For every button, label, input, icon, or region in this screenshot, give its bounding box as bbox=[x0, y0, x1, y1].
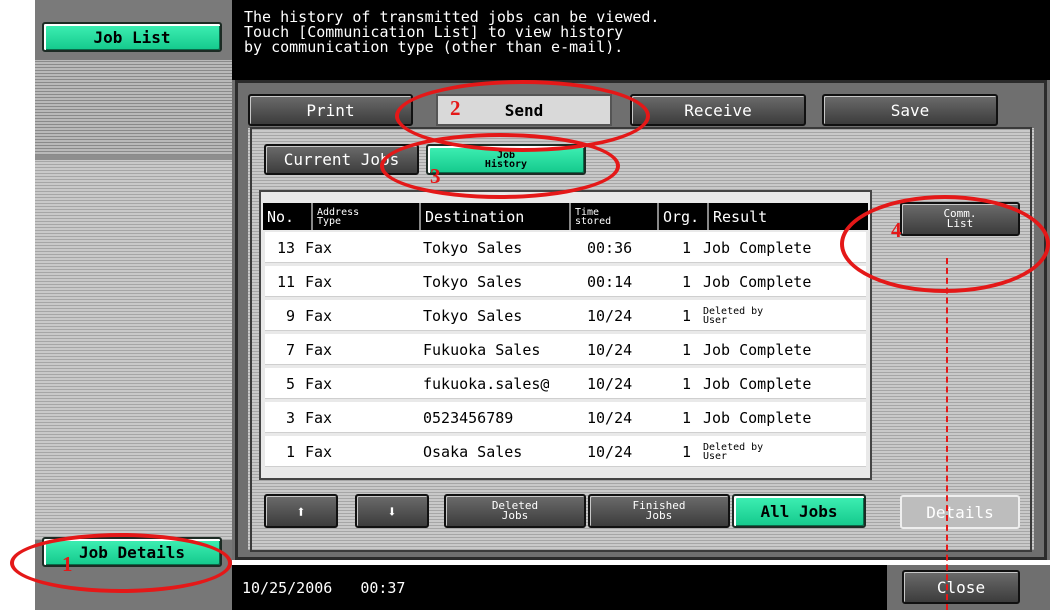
header-result: Result bbox=[707, 203, 868, 230]
row-no: 3 bbox=[285, 408, 295, 427]
all-jobs-button[interactable]: All Jobs bbox=[732, 494, 866, 528]
row-destination: Tokyo Sales bbox=[423, 306, 523, 325]
row-time: 00:36 bbox=[587, 238, 633, 257]
row-org: 1 bbox=[681, 238, 691, 257]
row-type: Fax bbox=[305, 442, 333, 461]
message-line-3: by communication type (other than e-mail… bbox=[244, 38, 624, 56]
row-result: Job Complete bbox=[703, 374, 812, 393]
row-result-deleted: Deleted by User bbox=[703, 436, 863, 467]
row-no: 5 bbox=[285, 374, 295, 393]
table-row[interactable]: 7 Fax Fukuoka Sales 10/24 1 Job Complete bbox=[265, 334, 866, 365]
row-no: 7 bbox=[285, 340, 295, 359]
row-result-line-2: User bbox=[703, 314, 728, 326]
row-org: 1 bbox=[681, 272, 691, 291]
job-list-button[interactable]: Job List bbox=[42, 22, 222, 52]
close-button[interactable]: Close bbox=[902, 570, 1020, 604]
status-bar: 10/25/2006 00:37 bbox=[232, 565, 887, 610]
annotation-number-3: 3 bbox=[430, 164, 441, 188]
row-org: 1 bbox=[681, 442, 691, 461]
row-time: 00:14 bbox=[587, 272, 633, 291]
table-row[interactable]: 9 Fax Tokyo Sales 10/24 1 Deleted by Use… bbox=[265, 300, 866, 331]
header-time-stored: Time stored bbox=[569, 203, 657, 230]
details-button[interactable]: Details bbox=[900, 495, 1020, 529]
annotation-dashed-line bbox=[946, 258, 948, 610]
row-type: Fax bbox=[305, 306, 333, 325]
deleted-jobs-button[interactable]: Deleted Jobs bbox=[444, 494, 586, 528]
row-no: 9 bbox=[285, 306, 295, 325]
row-org: 1 bbox=[681, 374, 691, 393]
row-destination: fukuoka.sales@ bbox=[423, 374, 550, 393]
finished-jobs-button[interactable]: Finished Jobs bbox=[588, 494, 730, 528]
scroll-down-button[interactable]: ⬇ bbox=[355, 494, 429, 528]
row-type: Fax bbox=[305, 272, 333, 291]
row-result-deleted: Deleted by User bbox=[703, 300, 863, 331]
row-result: Job Complete bbox=[703, 340, 812, 359]
row-type: Fax bbox=[305, 340, 333, 359]
table-row[interactable]: 13 Fax Tokyo Sales 00:36 1 Job Complete bbox=[265, 232, 866, 263]
row-time: 10/24 bbox=[587, 442, 633, 461]
instruction-message: The history of transmitted jobs can be v… bbox=[232, 0, 1050, 90]
row-result: Job Complete bbox=[703, 408, 812, 427]
row-result: Job Complete bbox=[703, 238, 812, 257]
row-time: 10/24 bbox=[587, 408, 633, 427]
row-no: 11 bbox=[276, 272, 295, 291]
table-row[interactable]: 3 Fax 0523456789 10/24 1 Job Complete bbox=[265, 402, 866, 433]
row-no: 1 bbox=[285, 442, 295, 461]
row-org: 1 bbox=[681, 306, 691, 325]
arrow-up-icon: ⬆ bbox=[296, 501, 306, 521]
row-result: Job Complete bbox=[703, 272, 812, 291]
finished-jobs-line-2: Jobs bbox=[645, 509, 673, 522]
table-row[interactable]: 11 Fax Tokyo Sales 00:14 1 Job Complete bbox=[265, 266, 866, 297]
row-type: Fax bbox=[305, 408, 333, 427]
row-time: 10/24 bbox=[587, 374, 633, 393]
status-time: 00:37 bbox=[360, 578, 406, 597]
header-no: No. bbox=[267, 207, 295, 226]
row-time: 10/24 bbox=[587, 340, 633, 359]
row-type: Fax bbox=[305, 238, 333, 257]
annotation-oval-4 bbox=[840, 195, 1050, 293]
header-address-type: Address Type bbox=[311, 203, 419, 230]
row-destination: Tokyo Sales bbox=[423, 238, 523, 257]
annotation-number-1: 1 bbox=[62, 552, 73, 576]
row-destination: Osaka Sales bbox=[423, 442, 523, 461]
table-row[interactable]: 1 Fax Osaka Sales 10/24 1 Deleted by Use… bbox=[265, 436, 866, 467]
row-org: 1 bbox=[681, 340, 691, 359]
arrow-down-icon: ⬇ bbox=[387, 501, 397, 521]
deleted-jobs-line-2: Jobs bbox=[501, 509, 529, 522]
annotation-number-4: 4 bbox=[891, 218, 902, 242]
row-destination: Fukuoka Sales bbox=[423, 340, 541, 359]
scroll-up-button[interactable]: ⬆ bbox=[264, 494, 338, 528]
left-upper-stripes bbox=[35, 60, 232, 155]
table-row[interactable]: 5 Fax fukuoka.sales@ 10/24 1 Job Complet… bbox=[265, 368, 866, 399]
table-header: No. Address Type Destination Time stored… bbox=[263, 203, 868, 230]
header-time-stored-line-2: stored bbox=[575, 215, 612, 227]
row-destination: 0523456789 bbox=[423, 408, 514, 427]
header-org: Org. bbox=[657, 203, 707, 230]
header-address-type-line-2: Type bbox=[317, 215, 342, 227]
row-destination: Tokyo Sales bbox=[423, 272, 523, 291]
row-no: 13 bbox=[276, 238, 295, 257]
annotation-oval-3 bbox=[380, 133, 620, 199]
annotation-oval-1 bbox=[10, 533, 232, 593]
status-date: 10/25/2006 bbox=[242, 578, 333, 597]
row-time: 10/24 bbox=[587, 306, 633, 325]
tab-save[interactable]: Save bbox=[822, 94, 998, 126]
row-result-line-2: User bbox=[703, 450, 728, 462]
row-type: Fax bbox=[305, 374, 333, 393]
tab-print[interactable]: Print bbox=[248, 94, 413, 126]
row-org: 1 bbox=[681, 408, 691, 427]
left-lower-stripes bbox=[35, 160, 232, 540]
header-destination: Destination bbox=[419, 203, 569, 230]
tab-receive[interactable]: Receive bbox=[630, 94, 806, 126]
annotation-number-2: 2 bbox=[450, 96, 461, 120]
